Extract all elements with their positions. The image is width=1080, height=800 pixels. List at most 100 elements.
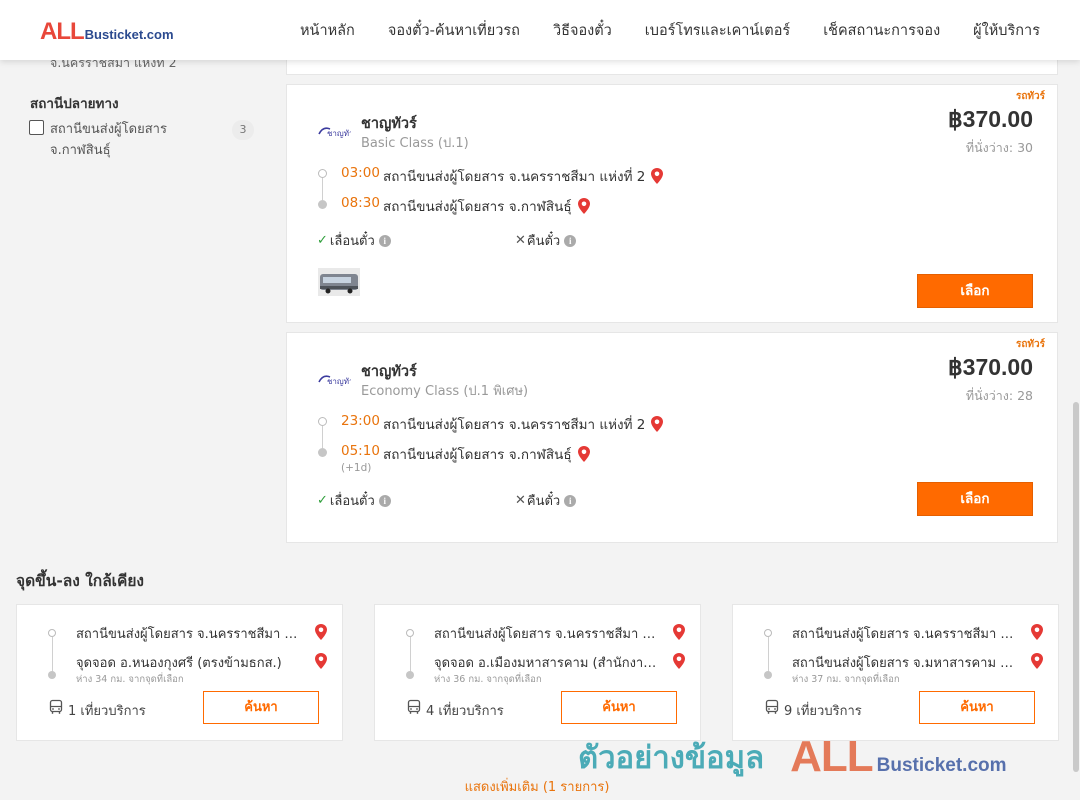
change-ticket-policy: ✓ เลื่อนตั๋ว i <box>317 230 391 251</box>
info-icon[interactable]: i <box>378 234 391 247</box>
nav-item-how-to-book[interactable]: วิธีจองตั๋ว <box>553 19 612 42</box>
page-scrollbar[interactable] <box>1072 60 1080 800</box>
departure-station: สถานีขนส่งผู้โดยสาร จ.นครราชสีมา แห่งที่… <box>383 165 664 187</box>
map-pin-icon[interactable] <box>1030 652 1044 670</box>
departure-station: สถานีขนส่งผู้โดยสาร จ.นครราชสีมา แห่งที่… <box>383 413 664 435</box>
trip-price: ฿370.00 <box>948 354 1033 380</box>
timeline-end-dot <box>318 448 327 457</box>
timeline-start-dot <box>764 629 772 637</box>
trip-card: รถทัวร์ ชาญทัวร์ ชาญทัวร์ Economy Class … <box>286 332 1058 543</box>
svg-text:ชาญทัวร์: ชาญทัวร์ <box>327 128 351 138</box>
timeline-end-dot <box>48 671 56 679</box>
map-pin-icon[interactable] <box>672 652 686 670</box>
cross-icon: ✕ <box>515 233 526 248</box>
map-pin-icon[interactable] <box>650 167 664 185</box>
nav-item-home[interactable]: หน้าหลัก <box>300 19 355 42</box>
next-day-indicator: (+1d) <box>341 462 372 474</box>
nearby-search-button[interactable]: ค้นหา <box>561 691 677 724</box>
nearby-trip-count: 1 เที่ยวบริการ <box>68 704 146 719</box>
timeline-line <box>322 178 323 200</box>
seats-available: ที่นั่งว่าง: 28 <box>965 388 1033 403</box>
timeline-start-dot <box>318 169 327 178</box>
logo-domain-text: Busticket.com <box>84 27 174 42</box>
destination-filter-count: 3 <box>232 120 254 140</box>
change-ticket-label: เลื่อนตั๋ว <box>329 234 375 249</box>
bus-type-tag: รถทัวร์ <box>1015 91 1045 102</box>
watermark-logo-domain: Busticket.com <box>876 755 1007 776</box>
nearby-search-button[interactable]: ค้นหา <box>919 691 1035 724</box>
operator-logo-icon: ชาญทัวร์ <box>318 375 351 386</box>
check-icon: ✓ <box>317 493 328 508</box>
nearby-origin: สถานีขนส่งผู้โดยสาร จ.นครราชสีมา แห่งที่… <box>792 627 1018 642</box>
map-pin-icon[interactable] <box>1030 623 1044 641</box>
departure-station-name: สถานีขนส่งผู้โดยสาร จ.นครราชสีมา แห่งที่… <box>383 169 646 185</box>
arrival-station-name: สถานีขนส่งผู้โดยสาร จ.กาฬสินธุ์ <box>383 447 572 463</box>
nav-item-operators[interactable]: ผู้ให้บริการ <box>973 19 1040 42</box>
map-pin-icon[interactable] <box>577 197 591 215</box>
timeline-start-dot <box>406 629 414 637</box>
cross-icon: ✕ <box>515 493 526 508</box>
nearby-origin: สถานีขนส่งผู้โดยสาร จ.นครราชสีมา แห่งที่… <box>76 627 302 642</box>
nearby-stop-card: สถานีขนส่งผู้โดยสาร จ.นครราชสีมา แห่งที่… <box>374 604 701 741</box>
timeline-line <box>322 426 323 448</box>
map-pin-icon[interactable] <box>650 415 664 433</box>
bus-class: Basic Class (ป.1) <box>361 136 469 151</box>
logo-all-text: ALL <box>40 18 85 45</box>
timeline-start-dot <box>318 417 327 426</box>
nearby-destination: สถานีขนส่งผู้โดยสาร จ.มหาสารคาม แห่งที่ … <box>792 656 1018 671</box>
bus-class: Economy Class (ป.1 พิเศษ) <box>361 384 529 399</box>
arrival-time: 05:10 <box>341 443 380 459</box>
map-pin-icon[interactable] <box>314 652 328 670</box>
nearby-distance: ห่าง 34 กม. จากจุดที่เลือก <box>76 674 184 685</box>
map-pin-icon[interactable] <box>314 623 328 641</box>
change-ticket-label: เลื่อนตั๋ว <box>329 494 375 509</box>
refund-ticket-label: คืนตั๋ว <box>526 234 561 249</box>
nav-item-contact-counters[interactable]: เบอร์โทรและเคาน์เตอร์ <box>645 19 790 42</box>
main-nav: หน้าหลัก จองตั๋ว-ค้นหาเที่ยวรถ วิธีจองตั… <box>267 0 1040 60</box>
nearby-destination: จุดจอด อ.หนองกุงศรี (ตรงข้ามธกส.) <box>76 656 282 671</box>
nav-item-book-search[interactable]: จองตั๋ว-ค้นหาเที่ยวรถ <box>388 19 520 42</box>
nearby-stop-card: สถานีขนส่งผู้โดยสาร จ.นครราชสีมา แห่งที่… <box>732 604 1059 741</box>
select-trip-button[interactable]: เลือก <box>917 482 1033 516</box>
arrival-station: สถานีขนส่งผู้โดยสาร จ.กาฬสินธุ์ <box>383 195 591 217</box>
bus-icon <box>765 699 779 714</box>
show-more-link[interactable]: แสดงเพิ่มเติม (1 รายการ) <box>0 776 1074 797</box>
svg-text:ชาญทัวร์: ชาญทัวร์ <box>327 376 351 386</box>
info-icon[interactable]: i <box>564 494 577 507</box>
timeline-end-dot <box>318 200 327 209</box>
timeline-line <box>768 637 769 673</box>
bus-photo-thumbnail[interactable] <box>318 268 360 296</box>
bus-icon <box>49 699 63 714</box>
timeline-line <box>410 637 411 673</box>
scrollbar-thumb[interactable] <box>1073 402 1079 772</box>
nearby-distance: ห่าง 36 กม. จากจุดที่เลือก <box>434 674 542 685</box>
trip-card-previous <box>286 58 1058 75</box>
trip-card: รถทัวร์ ชาญทัวร์ ชาญทัวร์ Basic Class (ป… <box>286 84 1058 323</box>
destination-filter-checkbox[interactable] <box>29 120 44 135</box>
info-icon[interactable]: i <box>564 234 577 247</box>
map-pin-icon[interactable] <box>672 623 686 641</box>
bus-icon <box>407 699 421 714</box>
nearby-stop-card: สถานีขนส่งผู้โดยสาร จ.นครราชสีมา แห่งที่… <box>16 604 343 741</box>
site-logo[interactable]: ALL Busticket.com <box>40 18 174 46</box>
bus-type-tag: รถทัวร์ <box>1015 339 1045 350</box>
destination-filter-label[interactable]: สถานีขนส่งผู้โดยสาร จ.กาฬสินธุ์ <box>50 119 220 161</box>
timeline-end-dot <box>406 671 414 679</box>
nearby-trip-count: 4 เที่ยวบริการ <box>426 704 504 719</box>
nav-item-check-booking[interactable]: เช็คสถานะการจอง <box>823 19 940 42</box>
timeline-end-dot <box>764 671 772 679</box>
nearby-distance: ห่าง 37 กม. จากจุดที่เลือก <box>792 674 900 685</box>
nearby-trip-count: 9 เที่ยวบริการ <box>784 704 862 719</box>
nearby-search-button[interactable]: ค้นหา <box>203 691 319 724</box>
operator-logo-icon: ชาญทัวร์ <box>318 127 351 138</box>
change-ticket-policy: ✓ เลื่อนตั๋ว i <box>317 490 391 511</box>
timeline-line <box>52 637 53 673</box>
select-trip-button[interactable]: เลือก <box>917 274 1033 308</box>
arrival-time: 08:30 <box>341 195 380 211</box>
seats-available: ที่นั่งว่าง: 30 <box>965 140 1033 155</box>
map-pin-icon[interactable] <box>577 445 591 463</box>
nearby-destination: จุดจอด อ.เมืองมหาสารคาม (สำนักงานขายตั๋ว… <box>434 656 660 671</box>
info-icon[interactable]: i <box>378 494 391 507</box>
arrival-station: สถานีขนส่งผู้โดยสาร จ.กาฬสินธุ์ <box>383 443 591 465</box>
refund-ticket-policy: ✕ คืนตั๋ว i <box>515 490 577 511</box>
